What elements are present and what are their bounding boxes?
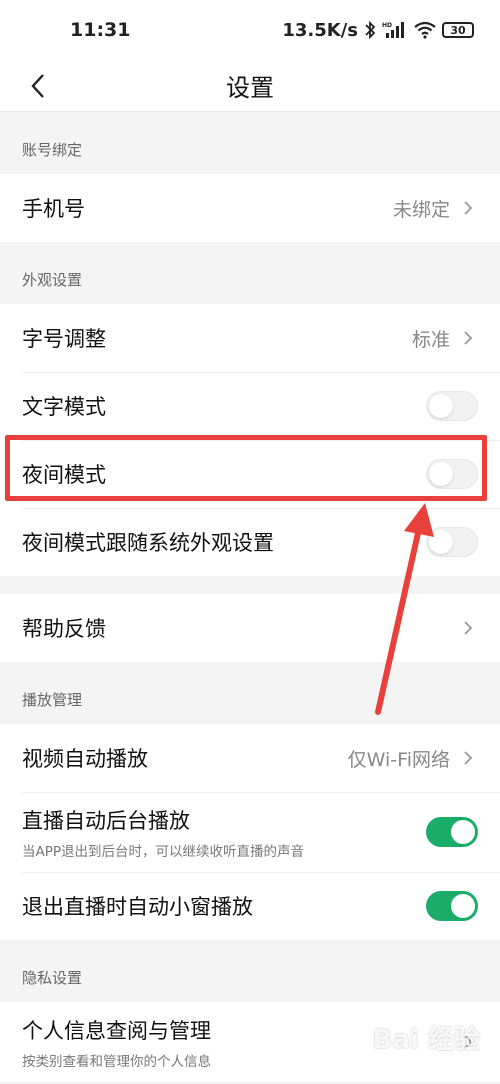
group-help: 帮助反馈	[0, 594, 500, 662]
page-title: 设置	[226, 74, 274, 102]
nav-bar: 设置	[0, 60, 500, 112]
toggle-knob	[429, 530, 453, 554]
row-label: 退出直播时自动小窗播放	[22, 895, 253, 919]
video-autoplay-value: 仅Wi-Fi网络	[347, 748, 450, 771]
night-mode-toggle[interactable]	[426, 459, 478, 489]
font-size-value: 标准	[411, 328, 450, 351]
section-header-playback: 播放管理	[22, 691, 83, 709]
chevron-right-icon	[464, 201, 473, 215]
status-bar: 11:31 13.5K/s HD 30	[0, 0, 500, 60]
settings-row-font-size[interactable]: 字号调整 标准	[0, 304, 500, 372]
live-mini-window-toggle[interactable]	[426, 891, 478, 921]
phone-status: 未绑定	[392, 198, 450, 221]
svg-text:HD: HD	[382, 22, 392, 29]
row-subtitle: 当APP退出到后台时，可以继续收听直播的声音	[22, 843, 305, 860]
text-mode-toggle[interactable]	[426, 391, 478, 421]
row-label: 视频自动播放	[22, 747, 148, 771]
status-indicators: 13.5K/s HD 30	[282, 20, 474, 41]
row-value: 标准	[412, 325, 478, 352]
row-subtitle: 按类别查看和管理你的个人信息	[22, 1053, 211, 1070]
row-value: 未绑定	[393, 195, 478, 222]
settings-row-night-follow-system: 夜间模式跟随系统外观设置	[0, 508, 500, 576]
toggle-knob	[451, 894, 475, 918]
night-follow-system-toggle[interactable]	[426, 527, 478, 557]
row-label: 字号调整	[22, 327, 106, 351]
settings-row-text-mode: 文字模式	[0, 372, 500, 440]
row-value: 仅Wi-Fi网络	[348, 745, 478, 772]
row-label: 帮助反馈	[22, 617, 106, 641]
signal-icon: HD	[382, 22, 404, 38]
watermark-logo: Bai 经验	[372, 1025, 480, 1055]
settings-row-live-mini-window: 退出直播时自动小窗播放	[0, 872, 500, 940]
toggle-knob	[429, 462, 453, 486]
chevron-left-icon	[31, 74, 44, 98]
live-background-toggle[interactable]	[426, 817, 478, 847]
group-account: 手机号 未绑定	[0, 174, 500, 242]
section-header-privacy: 隐私设置	[22, 969, 83, 987]
settings-row-video-autoplay[interactable]: 视频自动播放 仅Wi-Fi网络	[0, 724, 500, 792]
row-text: 直播自动后台播放 当APP退出到后台时，可以继续收听直播的声音	[22, 805, 304, 860]
group-appearance: 字号调整 标准 文字模式 夜间模式 夜间模式跟随系统外观设置	[0, 304, 500, 576]
settings-row-night-mode: 夜间模式	[0, 440, 500, 508]
wifi-icon	[414, 21, 436, 39]
settings-row-feedback[interactable]: 帮助反馈	[0, 594, 500, 662]
network-speed: 13.5K/s	[282, 19, 358, 41]
row-label: 夜间模式跟随系统外观设置	[22, 531, 274, 555]
back-button[interactable]	[20, 68, 56, 104]
group-playback: 视频自动播放 仅Wi-Fi网络 直播自动后台播放 当APP退出到后台时，可以继续…	[0, 724, 500, 940]
chevron-right-icon	[464, 331, 473, 345]
section-header-account: 账号绑定	[22, 141, 83, 159]
row-label: 手机号	[22, 197, 85, 221]
row-label: 夜间模式	[22, 463, 106, 487]
bluetooth-icon	[365, 21, 376, 39]
chevron-right-icon	[464, 751, 473, 765]
row-label: 个人信息查阅与管理	[22, 1018, 211, 1043]
row-label: 文字模式	[22, 395, 106, 419]
settings-row-phone[interactable]: 手机号 未绑定	[0, 174, 500, 242]
battery-icon: 30	[442, 22, 474, 38]
toggle-knob	[429, 394, 453, 418]
settings-row-live-background: 直播自动后台播放 当APP退出到后台时，可以继续收听直播的声音	[0, 792, 500, 872]
row-label: 直播自动后台播放	[22, 808, 190, 833]
chevron-right-icon	[464, 621, 473, 635]
row-value	[458, 618, 478, 638]
status-time: 11:31	[70, 19, 131, 41]
row-text: 个人信息查阅与管理 按类别查看和管理你的个人信息	[22, 1015, 211, 1070]
section-header-appearance: 外观设置	[22, 271, 83, 289]
toggle-knob	[451, 820, 475, 844]
